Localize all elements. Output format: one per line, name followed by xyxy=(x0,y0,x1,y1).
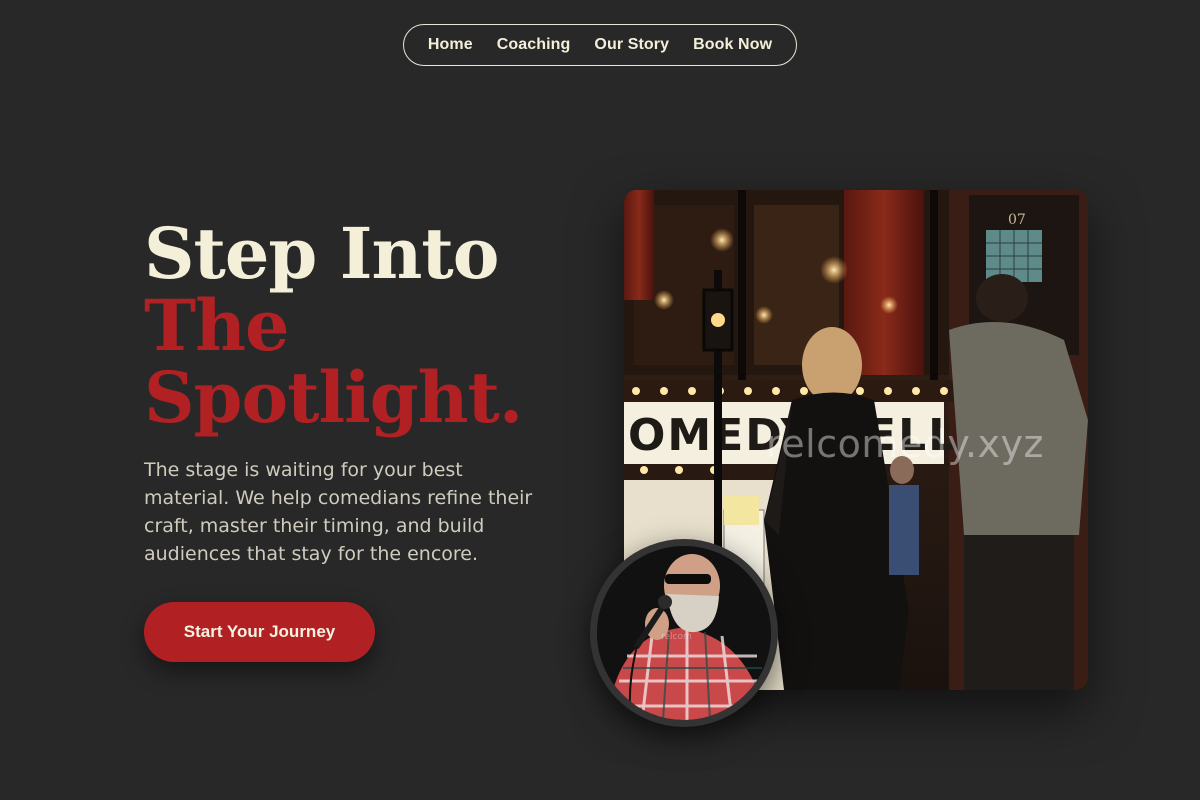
hero-description: The stage is waiting for your best mater… xyxy=(144,459,533,565)
nav-book-now-link[interactable]: Book Now xyxy=(693,36,772,54)
door-number: 07 xyxy=(1008,212,1026,228)
nav-coaching-link[interactable]: Coaching xyxy=(497,36,571,54)
photo-watermark: relcomedy.xyz xyxy=(766,422,1044,466)
landing-page: Home Coaching Our Story Book Now Step In… xyxy=(0,0,1200,800)
hero-headline: Step Into The Spotlight. xyxy=(144,218,564,434)
avatar-watermark: relcom xyxy=(661,632,692,642)
headline-line-3: Spotlight. xyxy=(144,356,523,439)
headline-line-2: The xyxy=(144,284,290,367)
nav-our-story-link[interactable]: Our Story xyxy=(594,36,669,54)
nav-home-link[interactable]: Home xyxy=(428,36,473,54)
top-navigation: Home Coaching Our Story Book Now xyxy=(0,24,1200,66)
hero-section: Step Into The Spotlight. The stage is wa… xyxy=(144,218,564,662)
comedian-avatar: relcom xyxy=(590,539,778,727)
nav-pill: Home Coaching Our Story Book Now xyxy=(402,24,798,66)
start-journey-button[interactable]: Start Your Journey xyxy=(144,602,375,662)
headline-line-1: Step Into xyxy=(144,212,499,295)
